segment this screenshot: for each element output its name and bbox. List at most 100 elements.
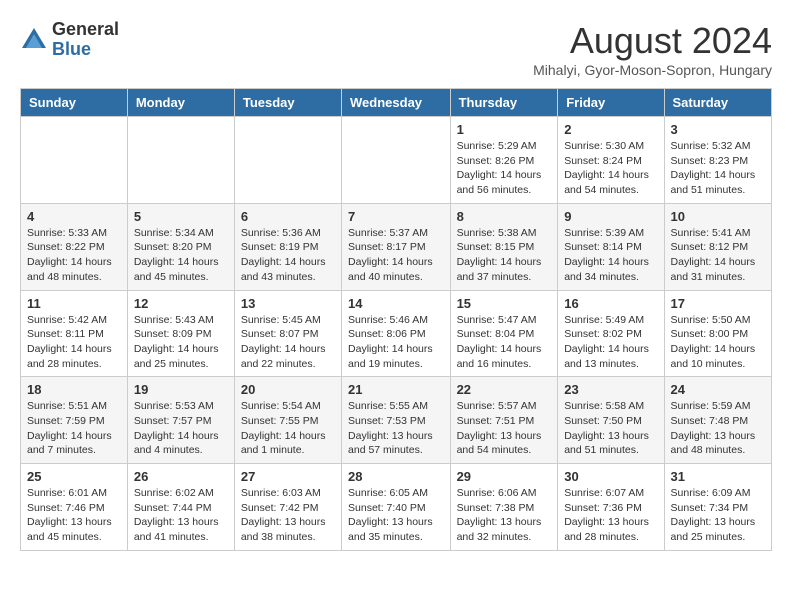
day-info: Sunrise: 5:59 AM Sunset: 7:48 PM Dayligh…	[671, 399, 765, 458]
day-info: Sunrise: 5:39 AM Sunset: 8:14 PM Dayligh…	[564, 226, 657, 285]
calendar-cell: 19 Sunrise: 5:53 AM Sunset: 7:57 PM Dayli…	[127, 377, 234, 464]
calendar-cell: 3 Sunrise: 5:32 AM Sunset: 8:23 PM Daylig…	[664, 117, 771, 204]
calendar-cell: 1 Sunrise: 5:29 AM Sunset: 8:26 PM Daylig…	[450, 117, 558, 204]
day-info: Sunrise: 5:33 AM Sunset: 8:22 PM Dayligh…	[27, 226, 121, 285]
calendar-week-row: 11 Sunrise: 5:42 AM Sunset: 8:11 PM Dayli…	[21, 290, 772, 377]
day-number: 29	[457, 469, 552, 484]
day-number: 17	[671, 296, 765, 311]
day-info: Sunrise: 6:02 AM Sunset: 7:44 PM Dayligh…	[134, 486, 228, 545]
day-number: 4	[27, 209, 121, 224]
day-info: Sunrise: 5:53 AM Sunset: 7:57 PM Dayligh…	[134, 399, 228, 458]
calendar-cell: 14 Sunrise: 5:46 AM Sunset: 8:06 PM Dayli…	[342, 290, 451, 377]
calendar-cell: 17 Sunrise: 5:50 AM Sunset: 8:00 PM Dayli…	[664, 290, 771, 377]
calendar-cell: 25 Sunrise: 6:01 AM Sunset: 7:46 PM Dayli…	[21, 464, 128, 551]
day-number: 19	[134, 382, 228, 397]
day-number: 2	[564, 122, 657, 137]
calendar-week-row: 4 Sunrise: 5:33 AM Sunset: 8:22 PM Daylig…	[21, 203, 772, 290]
calendar-cell	[234, 117, 341, 204]
calendar-cell: 18 Sunrise: 5:51 AM Sunset: 7:59 PM Dayli…	[21, 377, 128, 464]
calendar-cell	[342, 117, 451, 204]
calendar-cell: 24Sunrise: 5:59 AM Sunset: 7:48 PM Dayli…	[664, 377, 771, 464]
calendar-cell: 9 Sunrise: 5:39 AM Sunset: 8:14 PM Daylig…	[558, 203, 664, 290]
calendar-cell: 16 Sunrise: 5:49 AM Sunset: 8:02 PM Dayli…	[558, 290, 664, 377]
day-info: Sunrise: 6:07 AM Sunset: 7:36 PM Dayligh…	[564, 486, 657, 545]
column-header-thursday: Thursday	[450, 89, 558, 117]
day-number: 18	[27, 382, 121, 397]
day-info: Sunrise: 5:57 AM Sunset: 7:51 PM Dayligh…	[457, 399, 552, 458]
calendar-cell: 21 Sunrise: 5:55 AM Sunset: 7:53 PM Dayli…	[342, 377, 451, 464]
day-info: Sunrise: 5:29 AM Sunset: 8:26 PM Dayligh…	[457, 139, 552, 198]
calendar-week-row: 25 Sunrise: 6:01 AM Sunset: 7:46 PM Dayli…	[21, 464, 772, 551]
day-info: Sunrise: 5:55 AM Sunset: 7:53 PM Dayligh…	[348, 399, 444, 458]
calendar-cell: 27 Sunrise: 6:03 AM Sunset: 7:42 PM Dayli…	[234, 464, 341, 551]
day-info: Sunrise: 5:36 AM Sunset: 8:19 PM Dayligh…	[241, 226, 335, 285]
calendar-header-row: SundayMondayTuesdayWednesdayThursdayFrid…	[21, 89, 772, 117]
day-info: Sunrise: 5:42 AM Sunset: 8:11 PM Dayligh…	[27, 313, 121, 372]
day-info: Sunrise: 5:37 AM Sunset: 8:17 PM Dayligh…	[348, 226, 444, 285]
calendar-cell: 28Sunrise: 6:05 AM Sunset: 7:40 PM Dayli…	[342, 464, 451, 551]
calendar-week-row: 18 Sunrise: 5:51 AM Sunset: 7:59 PM Dayli…	[21, 377, 772, 464]
column-header-monday: Monday	[127, 89, 234, 117]
calendar-cell: 29Sunrise: 6:06 AM Sunset: 7:38 PM Dayli…	[450, 464, 558, 551]
logo-text: General Blue	[52, 20, 119, 60]
day-info: Sunrise: 5:49 AM Sunset: 8:02 PM Dayligh…	[564, 313, 657, 372]
calendar-cell: 7 Sunrise: 5:37 AM Sunset: 8:17 PM Daylig…	[342, 203, 451, 290]
column-header-wednesday: Wednesday	[342, 89, 451, 117]
day-info: Sunrise: 6:05 AM Sunset: 7:40 PM Dayligh…	[348, 486, 444, 545]
day-info: Sunrise: 5:43 AM Sunset: 8:09 PM Dayligh…	[134, 313, 228, 372]
day-info: Sunrise: 6:01 AM Sunset: 7:46 PM Dayligh…	[27, 486, 121, 545]
calendar-cell: 30 Sunrise: 6:07 AM Sunset: 7:36 PM Dayli…	[558, 464, 664, 551]
column-header-friday: Friday	[558, 89, 664, 117]
day-info: Sunrise: 6:03 AM Sunset: 7:42 PM Dayligh…	[241, 486, 335, 545]
day-number: 21	[348, 382, 444, 397]
day-number: 9	[564, 209, 657, 224]
day-info: Sunrise: 5:32 AM Sunset: 8:23 PM Dayligh…	[671, 139, 765, 198]
day-number: 6	[241, 209, 335, 224]
calendar-cell: 10Sunrise: 5:41 AM Sunset: 8:12 PM Dayli…	[664, 203, 771, 290]
calendar-cell: 15 Sunrise: 5:47 AM Sunset: 8:04 PM Dayli…	[450, 290, 558, 377]
column-header-sunday: Sunday	[21, 89, 128, 117]
day-info: Sunrise: 5:46 AM Sunset: 8:06 PM Dayligh…	[348, 313, 444, 372]
day-info: Sunrise: 5:45 AM Sunset: 8:07 PM Dayligh…	[241, 313, 335, 372]
day-info: Sunrise: 5:30 AM Sunset: 8:24 PM Dayligh…	[564, 139, 657, 198]
day-number: 11	[27, 296, 121, 311]
title-section: August 2024 Mihalyi, Gyor-Moson-Sopron, …	[533, 20, 772, 78]
day-number: 30	[564, 469, 657, 484]
day-info: Sunrise: 5:50 AM Sunset: 8:00 PM Dayligh…	[671, 313, 765, 372]
calendar-cell: 8Sunrise: 5:38 AM Sunset: 8:15 PM Daylig…	[450, 203, 558, 290]
day-number: 15	[457, 296, 552, 311]
calendar-cell: 31Sunrise: 6:09 AM Sunset: 7:34 PM Dayli…	[664, 464, 771, 551]
calendar-table: SundayMondayTuesdayWednesdayThursdayFrid…	[20, 88, 772, 551]
day-number: 25	[27, 469, 121, 484]
day-number: 3	[671, 122, 765, 137]
calendar-cell: 22 Sunrise: 5:57 AM Sunset: 7:51 PM Dayli…	[450, 377, 558, 464]
day-number: 16	[564, 296, 657, 311]
day-info: Sunrise: 5:41 AM Sunset: 8:12 PM Dayligh…	[671, 226, 765, 285]
column-header-tuesday: Tuesday	[234, 89, 341, 117]
day-info: Sunrise: 5:38 AM Sunset: 8:15 PM Dayligh…	[457, 226, 552, 285]
day-info: Sunrise: 5:47 AM Sunset: 8:04 PM Dayligh…	[457, 313, 552, 372]
calendar-week-row: 1 Sunrise: 5:29 AM Sunset: 8:26 PM Daylig…	[21, 117, 772, 204]
location-subtitle: Mihalyi, Gyor-Moson-Sopron, Hungary	[533, 62, 772, 78]
calendar-cell	[21, 117, 128, 204]
day-number: 26	[134, 469, 228, 484]
day-number: 22	[457, 382, 552, 397]
day-number: 14	[348, 296, 444, 311]
day-number: 20	[241, 382, 335, 397]
calendar-cell: 2 Sunrise: 5:30 AM Sunset: 8:24 PM Daylig…	[558, 117, 664, 204]
calendar-cell: 5Sunrise: 5:34 AM Sunset: 8:20 PM Daylig…	[127, 203, 234, 290]
calendar-cell: 4 Sunrise: 5:33 AM Sunset: 8:22 PM Daylig…	[21, 203, 128, 290]
day-number: 13	[241, 296, 335, 311]
day-number: 5	[134, 209, 228, 224]
day-number: 27	[241, 469, 335, 484]
day-info: Sunrise: 5:51 AM Sunset: 7:59 PM Dayligh…	[27, 399, 121, 458]
day-info: Sunrise: 5:58 AM Sunset: 7:50 PM Dayligh…	[564, 399, 657, 458]
calendar-cell: 13 Sunrise: 5:45 AM Sunset: 8:07 PM Dayli…	[234, 290, 341, 377]
day-number: 1	[457, 122, 552, 137]
calendar-cell: 11 Sunrise: 5:42 AM Sunset: 8:11 PM Dayli…	[21, 290, 128, 377]
calendar-cell: 12Sunrise: 5:43 AM Sunset: 8:09 PM Dayli…	[127, 290, 234, 377]
day-number: 7	[348, 209, 444, 224]
column-header-saturday: Saturday	[664, 89, 771, 117]
calendar-cell: 20Sunrise: 5:54 AM Sunset: 7:55 PM Dayli…	[234, 377, 341, 464]
day-number: 31	[671, 469, 765, 484]
